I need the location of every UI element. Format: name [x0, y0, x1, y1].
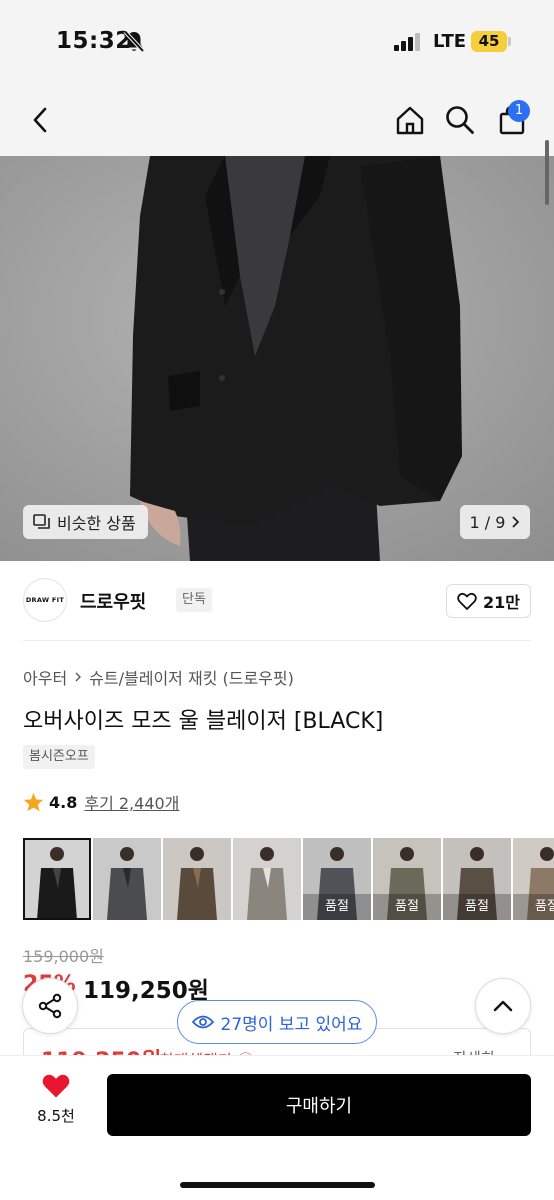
signal-icon [394, 33, 424, 51]
original-price: 159,000원 [23, 947, 104, 966]
season-tag: 봄시즌오프 [23, 745, 95, 769]
bell-slash-icon [123, 30, 145, 54]
breadcrumb-item-category[interactable]: 슈트/블레이저 재킷 (드로우핏) [89, 665, 294, 689]
share-icon [38, 993, 62, 1019]
heart-outline-icon [457, 592, 477, 610]
breadcrumb: 아우터 슈트/블레이저 재킷 (드로우핏) [23, 665, 294, 689]
wishlist-count: 8.5천 [37, 1107, 75, 1125]
copy-icon [33, 514, 50, 529]
soldout-label: 품절 [535, 899, 554, 914]
similar-products-button[interactable]: 비슷한 상품 [23, 505, 148, 539]
heart-icon [42, 1074, 70, 1098]
product-hero-image[interactable] [0, 156, 554, 561]
rating-row: 4.8 후기 2,440개 [23, 790, 179, 814]
chevron-up-icon [493, 1000, 513, 1012]
soldout-label: 품절 [325, 899, 349, 914]
thumbnail-item[interactable] [93, 838, 161, 920]
brand-logo[interactable]: DRAW FIT [23, 578, 67, 622]
page-indicator-text: 1 / 9 [469, 512, 506, 532]
status-time: 15:32 [56, 28, 132, 54]
rating-score: 4.8 [49, 792, 78, 812]
sale-price: 119,250원 [83, 978, 209, 1004]
brand-logo-text: DRAW FIT [25, 596, 65, 604]
color-thumbnails: 품절 품절 품절 품절 [23, 838, 554, 920]
battery-icon: 45 [471, 31, 507, 52]
thumbnail-item[interactable] [233, 838, 301, 920]
chevron-right-icon [75, 672, 82, 682]
scrollbar-thumb[interactable] [545, 140, 549, 205]
chevron-right-icon [512, 516, 520, 528]
bottom-action-bar: 8.5천 구매하기 [0, 1055, 554, 1200]
soldout-label: 품절 [395, 899, 419, 914]
similar-products-label: 비슷한 상품 [57, 514, 136, 533]
battery-cap [508, 37, 511, 46]
cart-count-badge: 1 [508, 100, 530, 122]
eye-icon [191, 1015, 214, 1029]
scroll-top-button[interactable] [475, 978, 531, 1034]
product-title: 오버사이즈 모즈 울 블레이저 [BLACK] [23, 709, 384, 734]
hero-illustration [0, 156, 554, 561]
thumbnail-item[interactable]: 품절 [443, 838, 511, 920]
home-icon[interactable] [392, 102, 428, 138]
thumbnail-item[interactable]: 품절 [513, 838, 554, 920]
viewers-text: 27명이 보고 있어요 [220, 1014, 363, 1035]
brand-like-count: 21만 [483, 593, 520, 612]
home-indicator [180, 1182, 375, 1188]
breadcrumb-item-outer[interactable]: 아우터 [23, 665, 67, 689]
viewers-notice: 27명이 보고 있어요 [177, 1000, 377, 1044]
thumbnail-item[interactable] [163, 838, 231, 920]
network-label: LTE [433, 31, 467, 52]
brand-like-button[interactable]: 21만 [446, 584, 531, 618]
exclusive-badge: 단독 [176, 588, 212, 612]
reviews-link[interactable]: 후기 2,440개 [84, 790, 179, 814]
share-button[interactable] [22, 978, 78, 1034]
star-icon [23, 792, 44, 812]
wishlist-button[interactable]: 8.5천 [20, 1072, 92, 1138]
divider [23, 640, 531, 641]
brand-row: DRAW FIT 드로우핏 단독 21만 [23, 576, 531, 624]
brand-name[interactable]: 드로우핏 [80, 588, 146, 614]
nav-bar [0, 84, 554, 156]
thumbnail-item[interactable] [23, 838, 91, 920]
thumbnail-item[interactable]: 품절 [303, 838, 371, 920]
buy-button[interactable]: 구매하기 [107, 1074, 531, 1136]
status-bar: 15:32 LTE 45 [0, 0, 554, 84]
thumbnail-item[interactable]: 품절 [373, 838, 441, 920]
chevron-left-icon[interactable] [22, 102, 58, 138]
soldout-label: 품절 [465, 899, 489, 914]
search-icon[interactable] [442, 102, 478, 138]
image-page-indicator[interactable]: 1 / 9 [460, 505, 530, 539]
